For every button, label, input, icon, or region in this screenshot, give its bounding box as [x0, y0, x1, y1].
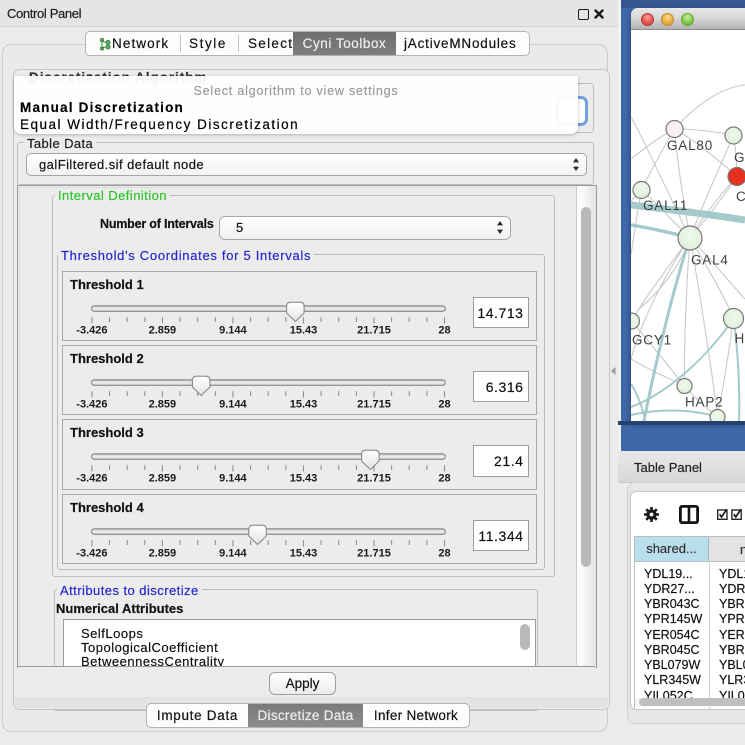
svg-text:9.144: 9.144 — [219, 324, 247, 336]
svg-text:15.43: 15.43 — [290, 547, 318, 559]
svg-text:C: C — [736, 189, 745, 204]
svg-text:GAL11: GAL11 — [643, 198, 688, 213]
svg-text:GCY1: GCY1 — [632, 333, 672, 348]
svg-text:15.43: 15.43 — [290, 324, 318, 336]
svg-text:28: 28 — [438, 398, 450, 410]
svg-text:2.859: 2.859 — [149, 547, 177, 559]
svg-text:-3.426: -3.426 — [76, 473, 107, 485]
svg-text:21.715: 21.715 — [357, 324, 391, 336]
svg-text:28: 28 — [438, 473, 450, 485]
svg-text:-3.426: -3.426 — [76, 398, 107, 410]
svg-text:15.43: 15.43 — [290, 473, 318, 485]
svg-text:GA: GA — [734, 150, 745, 165]
svg-text:15.43: 15.43 — [290, 398, 318, 410]
svg-text:21.715: 21.715 — [357, 398, 391, 410]
svg-text:21.715: 21.715 — [357, 473, 391, 485]
svg-text:-3.426: -3.426 — [76, 324, 107, 336]
svg-text:9.144: 9.144 — [219, 473, 247, 485]
svg-text:HAP2: HAP2 — [685, 395, 723, 410]
svg-text:9.144: 9.144 — [219, 547, 247, 559]
svg-text:21.715: 21.715 — [357, 547, 391, 559]
svg-text:2.859: 2.859 — [149, 324, 177, 336]
svg-text:28: 28 — [438, 324, 450, 336]
svg-text:GAL4: GAL4 — [691, 253, 729, 268]
svg-text:2.859: 2.859 — [149, 398, 177, 410]
svg-text:2.859: 2.859 — [149, 473, 177, 485]
svg-text:H: H — [735, 331, 745, 346]
svg-text:GAL80: GAL80 — [667, 138, 713, 153]
svg-text:9.144: 9.144 — [219, 398, 247, 410]
svg-text:-3.426: -3.426 — [76, 547, 107, 559]
svg-text:28: 28 — [438, 547, 450, 559]
